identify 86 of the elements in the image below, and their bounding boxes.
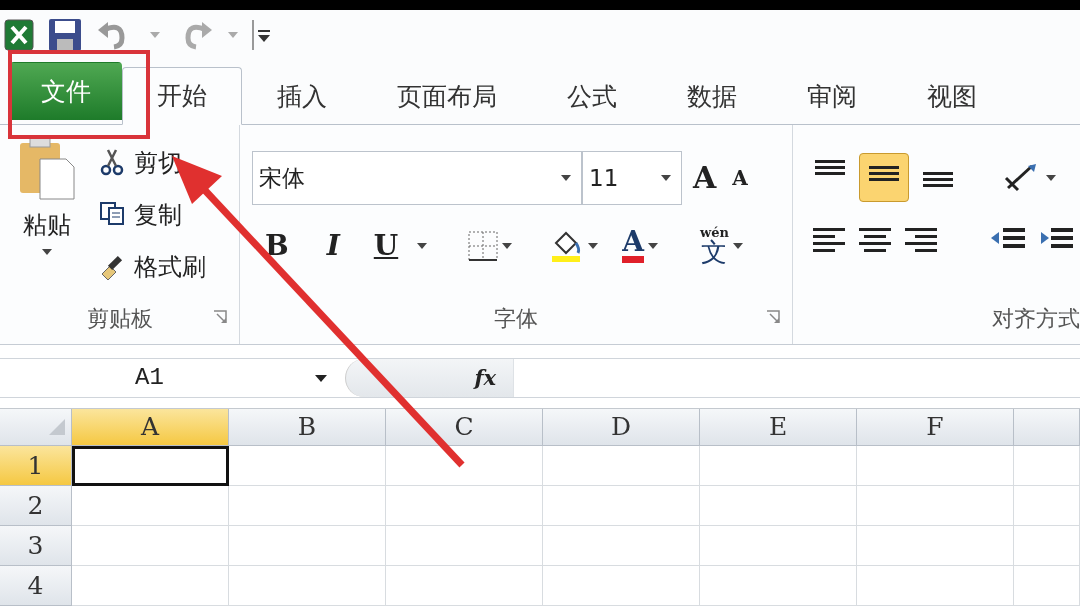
ribbon-tab[interactable]: 视图 [892,67,1012,125]
group-label: 剪贴板 [86,304,153,333]
sheet-cell[interactable] [72,486,229,526]
row-header[interactable]: 2 [0,486,72,526]
column-header[interactable]: D [543,409,700,446]
sheet-cell[interactable] [1014,486,1080,526]
save-icon[interactable] [48,18,82,52]
column-header[interactable]: A [72,409,229,446]
ribbon-tab[interactable]: 开始 [122,67,242,125]
caret-icon [1046,174,1056,181]
sheet-cell[interactable] [857,446,1014,486]
caret-icon [588,242,599,249]
sheet-cell[interactable] [72,526,229,566]
sheet-cell[interactable] [386,526,543,566]
font-color-button[interactable]: A [617,225,663,266]
phonetic-guide-button[interactable]: wén 文 [694,223,748,268]
column-header[interactable] [1014,409,1080,446]
sheet-cell[interactable] [1014,566,1080,606]
ribbon-tab[interactable]: 插入 [242,67,362,125]
caret-icon[interactable] [315,374,327,382]
sheet-cell[interactable] [857,566,1014,606]
row-header[interactable]: 1 [0,446,72,486]
row-header[interactable]: 3 [0,526,72,566]
font-name-field[interactable]: 宋体 [252,151,582,205]
group-label: 对齐方式 [992,304,1080,333]
caret-icon[interactable] [661,175,671,181]
clipboard-icon [18,137,76,201]
sheet-cell[interactable] [857,486,1014,526]
column-header[interactable]: C [386,409,543,446]
sheet-cell[interactable] [72,566,229,606]
sheet-cell[interactable] [229,486,386,526]
caret-icon [502,242,513,249]
sheet-cell[interactable] [700,526,857,566]
bold-button[interactable]: B [260,228,294,263]
insert-function-button[interactable]: fx [469,359,501,397]
ribbon-tab[interactable]: 公式 [532,67,652,125]
column-header[interactable]: E [700,409,857,446]
ribbon-tab[interactable]: 页面布局 [362,67,532,125]
row-header[interactable]: 4 [0,566,72,606]
corner-triangle-icon[interactable] [49,419,65,435]
caret-icon [647,242,658,249]
paste-button[interactable]: 粘贴 [14,135,80,292]
sheet-cell[interactable] [1014,526,1080,566]
scissors-icon [100,148,126,178]
sheet-cell[interactable] [229,526,386,566]
sheet-cell[interactable] [543,446,700,486]
group-label: 字体 [494,304,538,333]
sheet-cell[interactable] [700,486,857,526]
shrink-font-button[interactable]: A [727,165,753,191]
ribbon-tab[interactable]: 审阅 [772,67,892,125]
sheet-cell[interactable] [857,526,1014,566]
sheet-cell[interactable] [386,486,543,526]
customize-toolbar-icon[interactable] [252,20,270,50]
caret-icon[interactable] [417,242,428,249]
spreadsheet-app-icon [4,19,34,51]
underline-button[interactable]: U [368,228,404,263]
sheet-cell[interactable] [229,566,386,606]
sheet-cell[interactable] [1014,446,1080,486]
sheet-cell[interactable] [386,566,543,606]
file-tab[interactable]: 文件 [10,62,122,120]
format-painter-button[interactable]: 格式刷 [96,247,210,287]
top-align-icon [814,160,846,175]
font-size-field[interactable]: 11 [582,151,682,205]
dialog-launcher-icon[interactable] [213,310,227,324]
sheet-cell[interactable] [229,446,386,486]
bottom-align-icon [922,172,954,187]
sheet-cell[interactable] [700,566,857,606]
sheet-cell[interactable] [543,526,700,566]
middle-align-button[interactable] [859,153,909,202]
borders-icon [468,230,499,261]
sheet-cell[interactable] [543,486,700,526]
column-header[interactable]: F [857,409,1014,446]
active-cell[interactable] [72,446,229,486]
column-header[interactable]: B [229,409,386,446]
caret-icon[interactable] [561,175,571,181]
caret-icon [732,242,743,249]
middle-align-icon [868,166,900,181]
sheet-cell[interactable] [386,446,543,486]
ribbon-tab[interactable]: 数据 [652,67,772,125]
select-all-corner[interactable] [0,409,72,446]
italic-button[interactable]: I [321,228,345,263]
dialog-launcher-icon[interactable] [766,310,780,324]
grow-font-button[interactable]: A [688,160,722,196]
caret-icon [42,249,52,255]
sheet-cell[interactable] [543,566,700,606]
sheet-cell[interactable] [700,446,857,486]
